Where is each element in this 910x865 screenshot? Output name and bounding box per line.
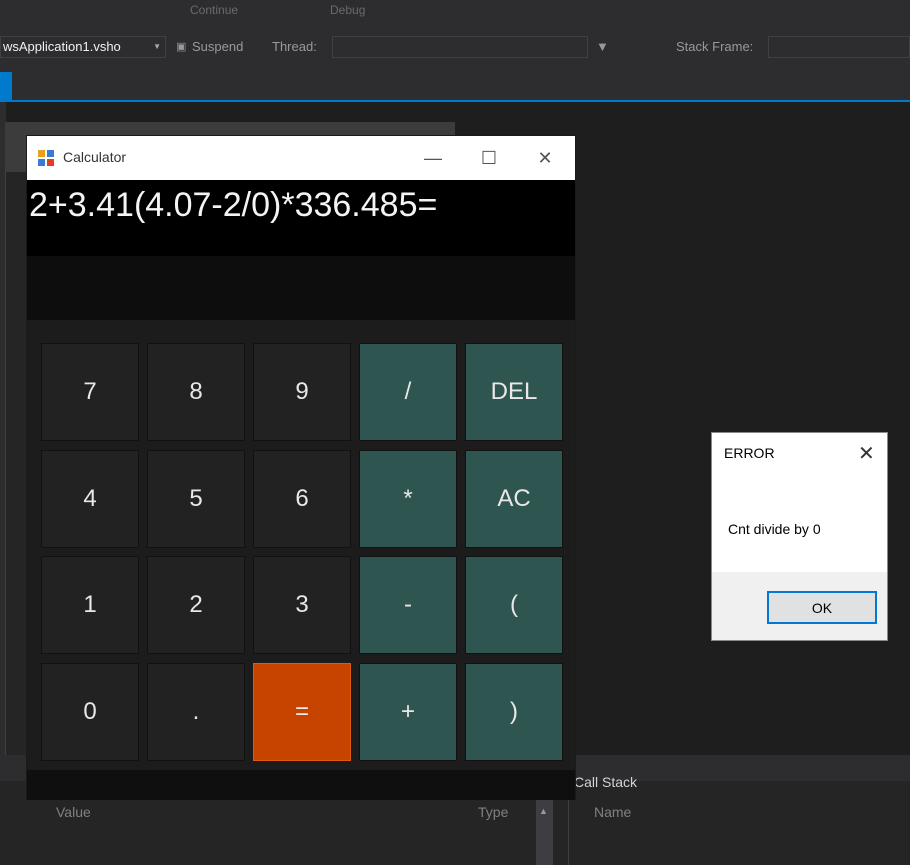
minimize-icon[interactable]: — <box>413 144 453 172</box>
ide-debug-toolbar: wsApplication1.vsho ▼ ▣ Suspend Thread: … <box>0 22 910 70</box>
maximize-icon[interactable]: ☐ <box>469 144 509 172</box>
value-column-header[interactable]: Value <box>56 804 91 820</box>
close-icon[interactable]: ✕ <box>525 144 565 172</box>
key-3[interactable]: 3 <box>253 556 351 654</box>
key-0[interactable]: 0 <box>41 663 139 761</box>
key-9[interactable]: 9 <box>253 343 351 441</box>
call-stack-title[interactable]: Call Stack <box>574 774 637 790</box>
error-dialog: ERROR ✕ Cnt divide by 0 OK <box>711 432 888 641</box>
thread-label: Thread: <box>272 39 317 54</box>
dialog-title: ERROR <box>724 445 775 461</box>
key-4[interactable]: 4 <box>41 450 139 548</box>
key-open-paren[interactable]: ( <box>465 556 563 654</box>
name-column-header[interactable]: Name <box>594 804 631 820</box>
key-delete[interactable]: DEL <box>465 343 563 441</box>
key-6[interactable]: 6 <box>253 450 351 548</box>
result-display <box>27 256 575 320</box>
key-2[interactable]: 2 <box>147 556 245 654</box>
key-1[interactable]: 1 <box>41 556 139 654</box>
key-equals[interactable]: = <box>253 663 351 761</box>
window-title: Calculator <box>63 149 127 165</box>
active-doc-tab[interactable] <box>0 72 12 102</box>
app-icon <box>38 150 54 166</box>
key-8[interactable]: 8 <box>147 343 245 441</box>
calculator-titlebar[interactable]: Calculator — ☐ ✕ <box>27 136 575 180</box>
continue-button[interactable]: Continue <box>190 3 238 17</box>
calculator-window: Calculator — ☐ ✕ 2+3.41(4.07-2/0)*336.48… <box>26 135 576 800</box>
suspend-icon: ▣ <box>176 41 187 53</box>
ide-top-toolbar: Continue Debug <box>0 0 910 22</box>
key-all-clear[interactable]: AC <box>465 450 563 548</box>
project-selector[interactable]: wsApplication1.vsho ▼ <box>0 36 166 58</box>
key-decimal[interactable]: . <box>147 663 245 761</box>
key-add[interactable]: + <box>359 663 457 761</box>
key-close-paren[interactable]: ) <box>465 663 563 761</box>
stack-frame-label: Stack Frame: <box>676 39 754 54</box>
expression-display: 2+3.41(4.07-2/0)*336.485= <box>27 180 575 256</box>
suspend-button[interactable]: Suspend <box>192 39 243 54</box>
project-selector-label: wsApplication1.vsho <box>3 39 121 54</box>
key-7[interactable]: 7 <box>41 343 139 441</box>
calculator-footer <box>27 770 575 800</box>
ok-button[interactable]: OK <box>767 591 877 624</box>
close-icon[interactable]: ✕ <box>858 441 875 466</box>
type-column-header[interactable]: Type <box>478 804 508 820</box>
dialog-footer: OK <box>712 572 887 640</box>
key-5[interactable]: 5 <box>147 450 245 548</box>
key-subtract[interactable]: - <box>359 556 457 654</box>
thread-selector[interactable] <box>332 36 588 58</box>
key-divide[interactable]: / <box>359 343 457 441</box>
scroll-up-icon[interactable]: ▲ <box>539 806 548 816</box>
filter-icon[interactable]: ▼ <box>596 39 609 54</box>
stack-frame-selector[interactable] <box>768 36 910 58</box>
config-dropdown[interactable]: Debug <box>330 3 365 17</box>
keypad: 7 8 9 / DEL 4 5 6 * AC 1 2 3 - ( 0 . = +… <box>27 320 575 770</box>
key-multiply[interactable]: * <box>359 450 457 548</box>
chevron-down-icon: ▼ <box>153 42 161 51</box>
dialog-message: Cnt divide by 0 <box>728 521 821 537</box>
